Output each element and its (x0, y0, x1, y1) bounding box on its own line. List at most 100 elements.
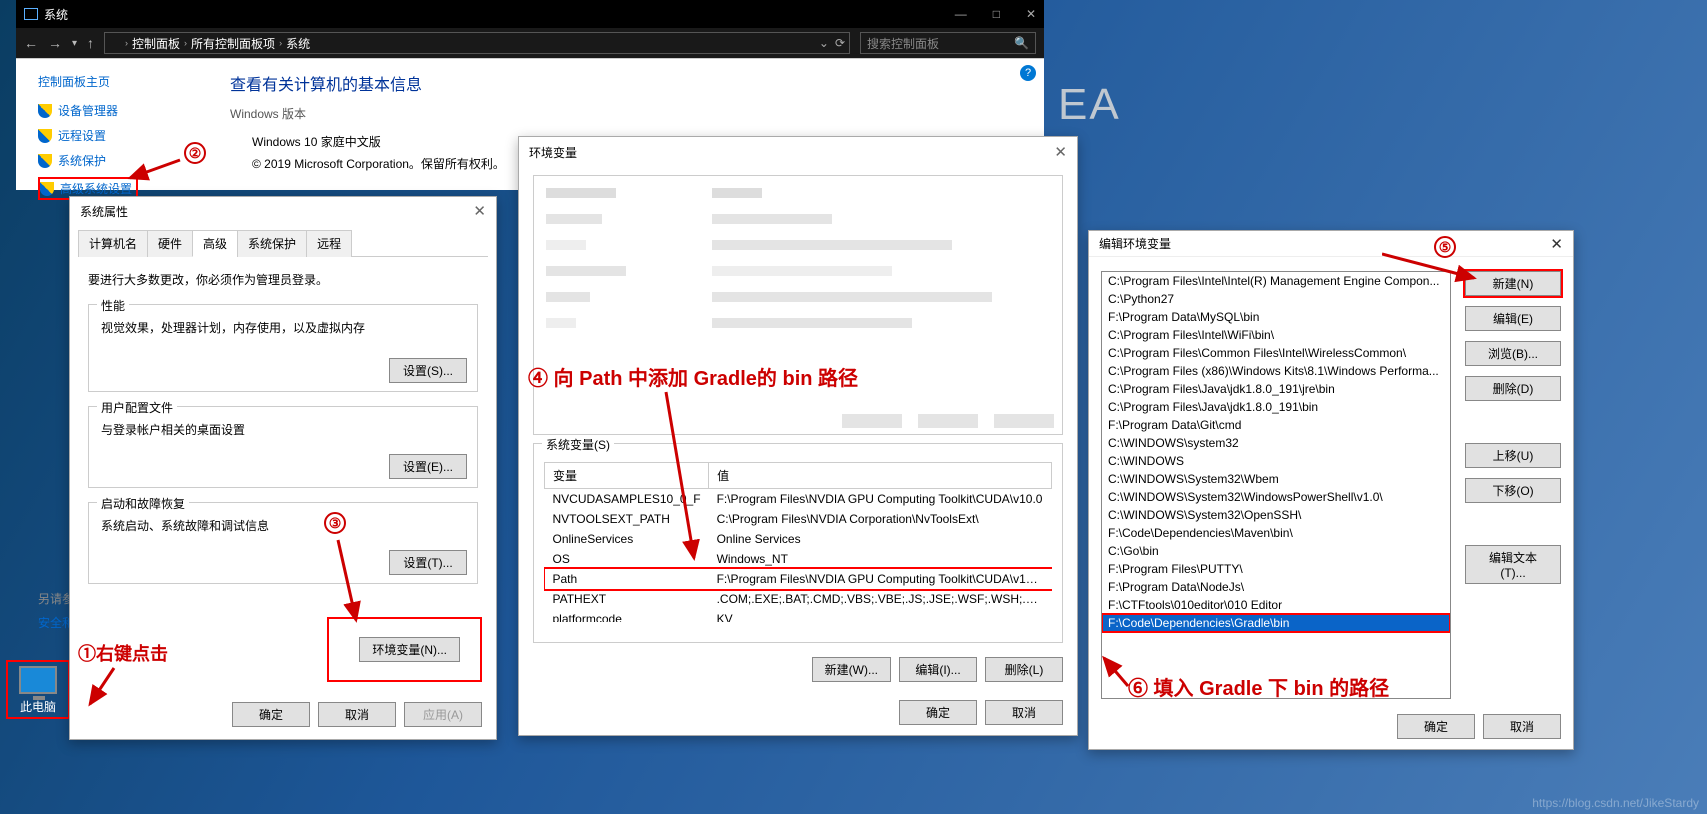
new-var-button[interactable]: 新建(W)... (812, 657, 891, 682)
pc-icon (19, 666, 57, 694)
table-row[interactable]: platformcodeKV (545, 609, 1052, 622)
list-item[interactable]: F:\Code\Dependencies\Maven\bin\ (1102, 524, 1450, 542)
breadcrumb[interactable]: 系统 (286, 35, 310, 52)
background-text: EA (1058, 80, 1121, 130)
close-icon[interactable]: ✕ (1054, 143, 1067, 161)
dropdown-icon[interactable]: ⌄ (819, 36, 829, 50)
table-row[interactable]: NVCUDASAMPLES10_0_FF:\Program Files\NVDI… (545, 489, 1052, 510)
move-up-button[interactable]: 上移(U) (1465, 443, 1561, 468)
tab-computer-name[interactable]: 计算机名 (78, 230, 148, 257)
tab-remote[interactable]: 远程 (306, 230, 352, 257)
dialog-title: 系统属性 (80, 203, 128, 220)
profile-settings-button[interactable]: 设置(E)... (389, 454, 467, 479)
main-content: 查看有关计算机的基本信息 Windows 版本 Windows 10 家庭中文版… (230, 71, 505, 175)
sidebar: 控制面板主页 设备管理器 远程设置 系统保护 高级系统设置 (16, 59, 214, 208)
close-icon[interactable]: ✕ (1550, 235, 1563, 253)
edit-var-button[interactable]: 编辑(I)... (899, 657, 977, 682)
list-item[interactable]: C:\Program Files (x86)\Windows Kits\8.1\… (1102, 362, 1450, 380)
list-item[interactable]: C:\WINDOWS (1102, 452, 1450, 470)
table-row[interactable]: OSWindows_NT (545, 549, 1052, 569)
edit-text-button[interactable]: 编辑文本(T)... (1465, 545, 1561, 584)
cancel-button[interactable]: 取消 (318, 702, 396, 727)
browse-path-button[interactable]: 浏览(B)... (1465, 341, 1561, 366)
col-variable[interactable]: 变量 (545, 463, 709, 489)
tabs: 计算机名 硬件 高级 系统保护 远程 (78, 229, 488, 257)
tab-advanced[interactable]: 高级 (192, 230, 238, 257)
col-value[interactable]: 值 (709, 463, 1052, 489)
shield-icon (40, 182, 54, 196)
back-button[interactable]: ← (24, 35, 38, 51)
copyright: © 2019 Microsoft Corporation。保留所有权利。 (252, 154, 505, 176)
edit-path-button[interactable]: 编辑(E) (1465, 306, 1561, 331)
desktop-this-pc[interactable]: 此电脑 (6, 660, 70, 719)
watermark: https://blog.csdn.net/JikeStardy (1532, 796, 1699, 810)
window-title: 系统 (44, 6, 68, 23)
cancel-button[interactable]: 取消 (1483, 714, 1561, 739)
list-item[interactable]: C:\Program Files\Intel\Intel(R) Manageme… (1102, 272, 1450, 290)
list-item[interactable]: F:\Program Data\Git\cmd (1102, 416, 1450, 434)
ok-button[interactable]: 确定 (1397, 714, 1475, 739)
list-item[interactable]: C:\Program Files\Intel\WiFi\bin\ (1102, 326, 1450, 344)
cancel-button[interactable]: 取消 (985, 700, 1063, 725)
group-profile-text: 与登录帐户相关的桌面设置 (101, 421, 465, 438)
close-button[interactable]: ✕ (1026, 7, 1036, 21)
up-button[interactable]: ↑ (87, 35, 94, 51)
list-item[interactable]: C:\WINDOWS\System32\OpenSSH\ (1102, 506, 1450, 524)
path-list[interactable]: C:\Program Files\Intel\Intel(R) Manageme… (1101, 271, 1451, 699)
breadcrumb[interactable]: 所有控制面板项 (191, 35, 275, 52)
system-vars-box: 系统变量(S) 变量值 NVCUDASAMPLES10_0_FF:\Progra… (533, 443, 1063, 643)
list-item[interactable]: F:\CTFtools\010editor\010 Editor (1102, 596, 1450, 614)
performance-settings-button[interactable]: 设置(S)... (389, 358, 467, 383)
titlebar: 系统 — □ ✕ (16, 0, 1044, 28)
addr-icon (109, 38, 121, 48)
table-row[interactable]: PATHEXT.COM;.EXE;.BAT;.CMD;.VBS;.VBE;.JS… (545, 589, 1052, 609)
breadcrumb[interactable]: 控制面板 (132, 35, 180, 52)
delete-var-button[interactable]: 删除(L) (985, 657, 1063, 682)
minimize-button[interactable]: — (955, 7, 967, 21)
new-path-input[interactable]: F:\Code\Dependencies\Gradle\bin (1102, 614, 1450, 632)
forward-button[interactable]: → (48, 35, 62, 51)
help-icon[interactable]: ? (1020, 65, 1036, 81)
tab-hardware[interactable]: 硬件 (147, 230, 193, 257)
list-item[interactable]: F:\Program Files\PUTTY\ (1102, 560, 1450, 578)
ok-button[interactable]: 确定 (899, 700, 977, 725)
address-bar[interactable]: › 控制面板 › 所有控制面板项 › 系统 ⌄⟳ (104, 32, 850, 54)
list-item[interactable]: C:\Program Files\Common Files\Intel\Wire… (1102, 344, 1450, 362)
table-row[interactable]: NVTOOLSEXT_PATHC:\Program Files\NVDIA Co… (545, 509, 1052, 529)
system-vars-table[interactable]: 变量值 NVCUDASAMPLES10_0_FF:\Program Files\… (544, 462, 1052, 622)
refresh-icon[interactable]: ⟳ (835, 36, 845, 50)
search-input[interactable]: 搜索控制面板 🔍 (860, 32, 1036, 54)
control-panel-home[interactable]: 控制面板主页 (38, 73, 214, 90)
search-placeholder: 搜索控制面板 (867, 35, 939, 52)
system-vars-label: 系统变量(S) (542, 436, 614, 453)
table-row[interactable]: PathF:\Program Files\NVDIA GPU Computing… (545, 569, 1052, 589)
recent-button[interactable]: ▾ (72, 38, 77, 49)
maximize-button[interactable]: □ (993, 7, 1000, 21)
list-item[interactable]: C:\WINDOWS\System32\WindowsPowerShell\v1… (1102, 488, 1450, 506)
windows-version: Windows 10 家庭中文版 (252, 132, 505, 154)
env-vars-button[interactable]: 环境变量(N)... (359, 637, 460, 662)
group-profile-label: 用户配置文件 (97, 399, 177, 416)
close-icon[interactable]: ✕ (473, 202, 486, 220)
group-performance-label: 性能 (97, 297, 129, 314)
sidebar-device-manager[interactable]: 设备管理器 (38, 102, 214, 119)
move-down-button[interactable]: 下移(O) (1465, 478, 1561, 503)
list-item[interactable]: C:\Python27 (1102, 290, 1450, 308)
sidebar-remote[interactable]: 远程设置 (38, 127, 214, 144)
ok-button[interactable]: 确定 (232, 702, 310, 727)
new-path-button[interactable]: 新建(N) (1465, 271, 1561, 296)
apply-button[interactable]: 应用(A) (404, 702, 482, 727)
delete-path-button[interactable]: 删除(D) (1465, 376, 1561, 401)
list-item[interactable]: C:\Program Files\Java\jdk1.8.0_191\jre\b… (1102, 380, 1450, 398)
table-row[interactable]: OnlineServicesOnline Services (545, 529, 1052, 549)
recovery-settings-button[interactable]: 设置(T)... (389, 550, 467, 575)
list-item[interactable]: C:\WINDOWS\system32 (1102, 434, 1450, 452)
list-item[interactable]: C:\Go\bin (1102, 542, 1450, 560)
list-item[interactable]: C:\Program Files\Java\jdk1.8.0_191\bin (1102, 398, 1450, 416)
sidebar-protection[interactable]: 系统保护 (38, 152, 214, 169)
list-item[interactable]: F:\Program Data\MySQL\bin (1102, 308, 1450, 326)
tab-protection[interactable]: 系统保护 (237, 230, 307, 257)
list-item[interactable]: F:\Program Data\NodeJs\ (1102, 578, 1450, 596)
version-label: Windows 版本 (230, 105, 505, 122)
list-item[interactable]: C:\WINDOWS\System32\Wbem (1102, 470, 1450, 488)
